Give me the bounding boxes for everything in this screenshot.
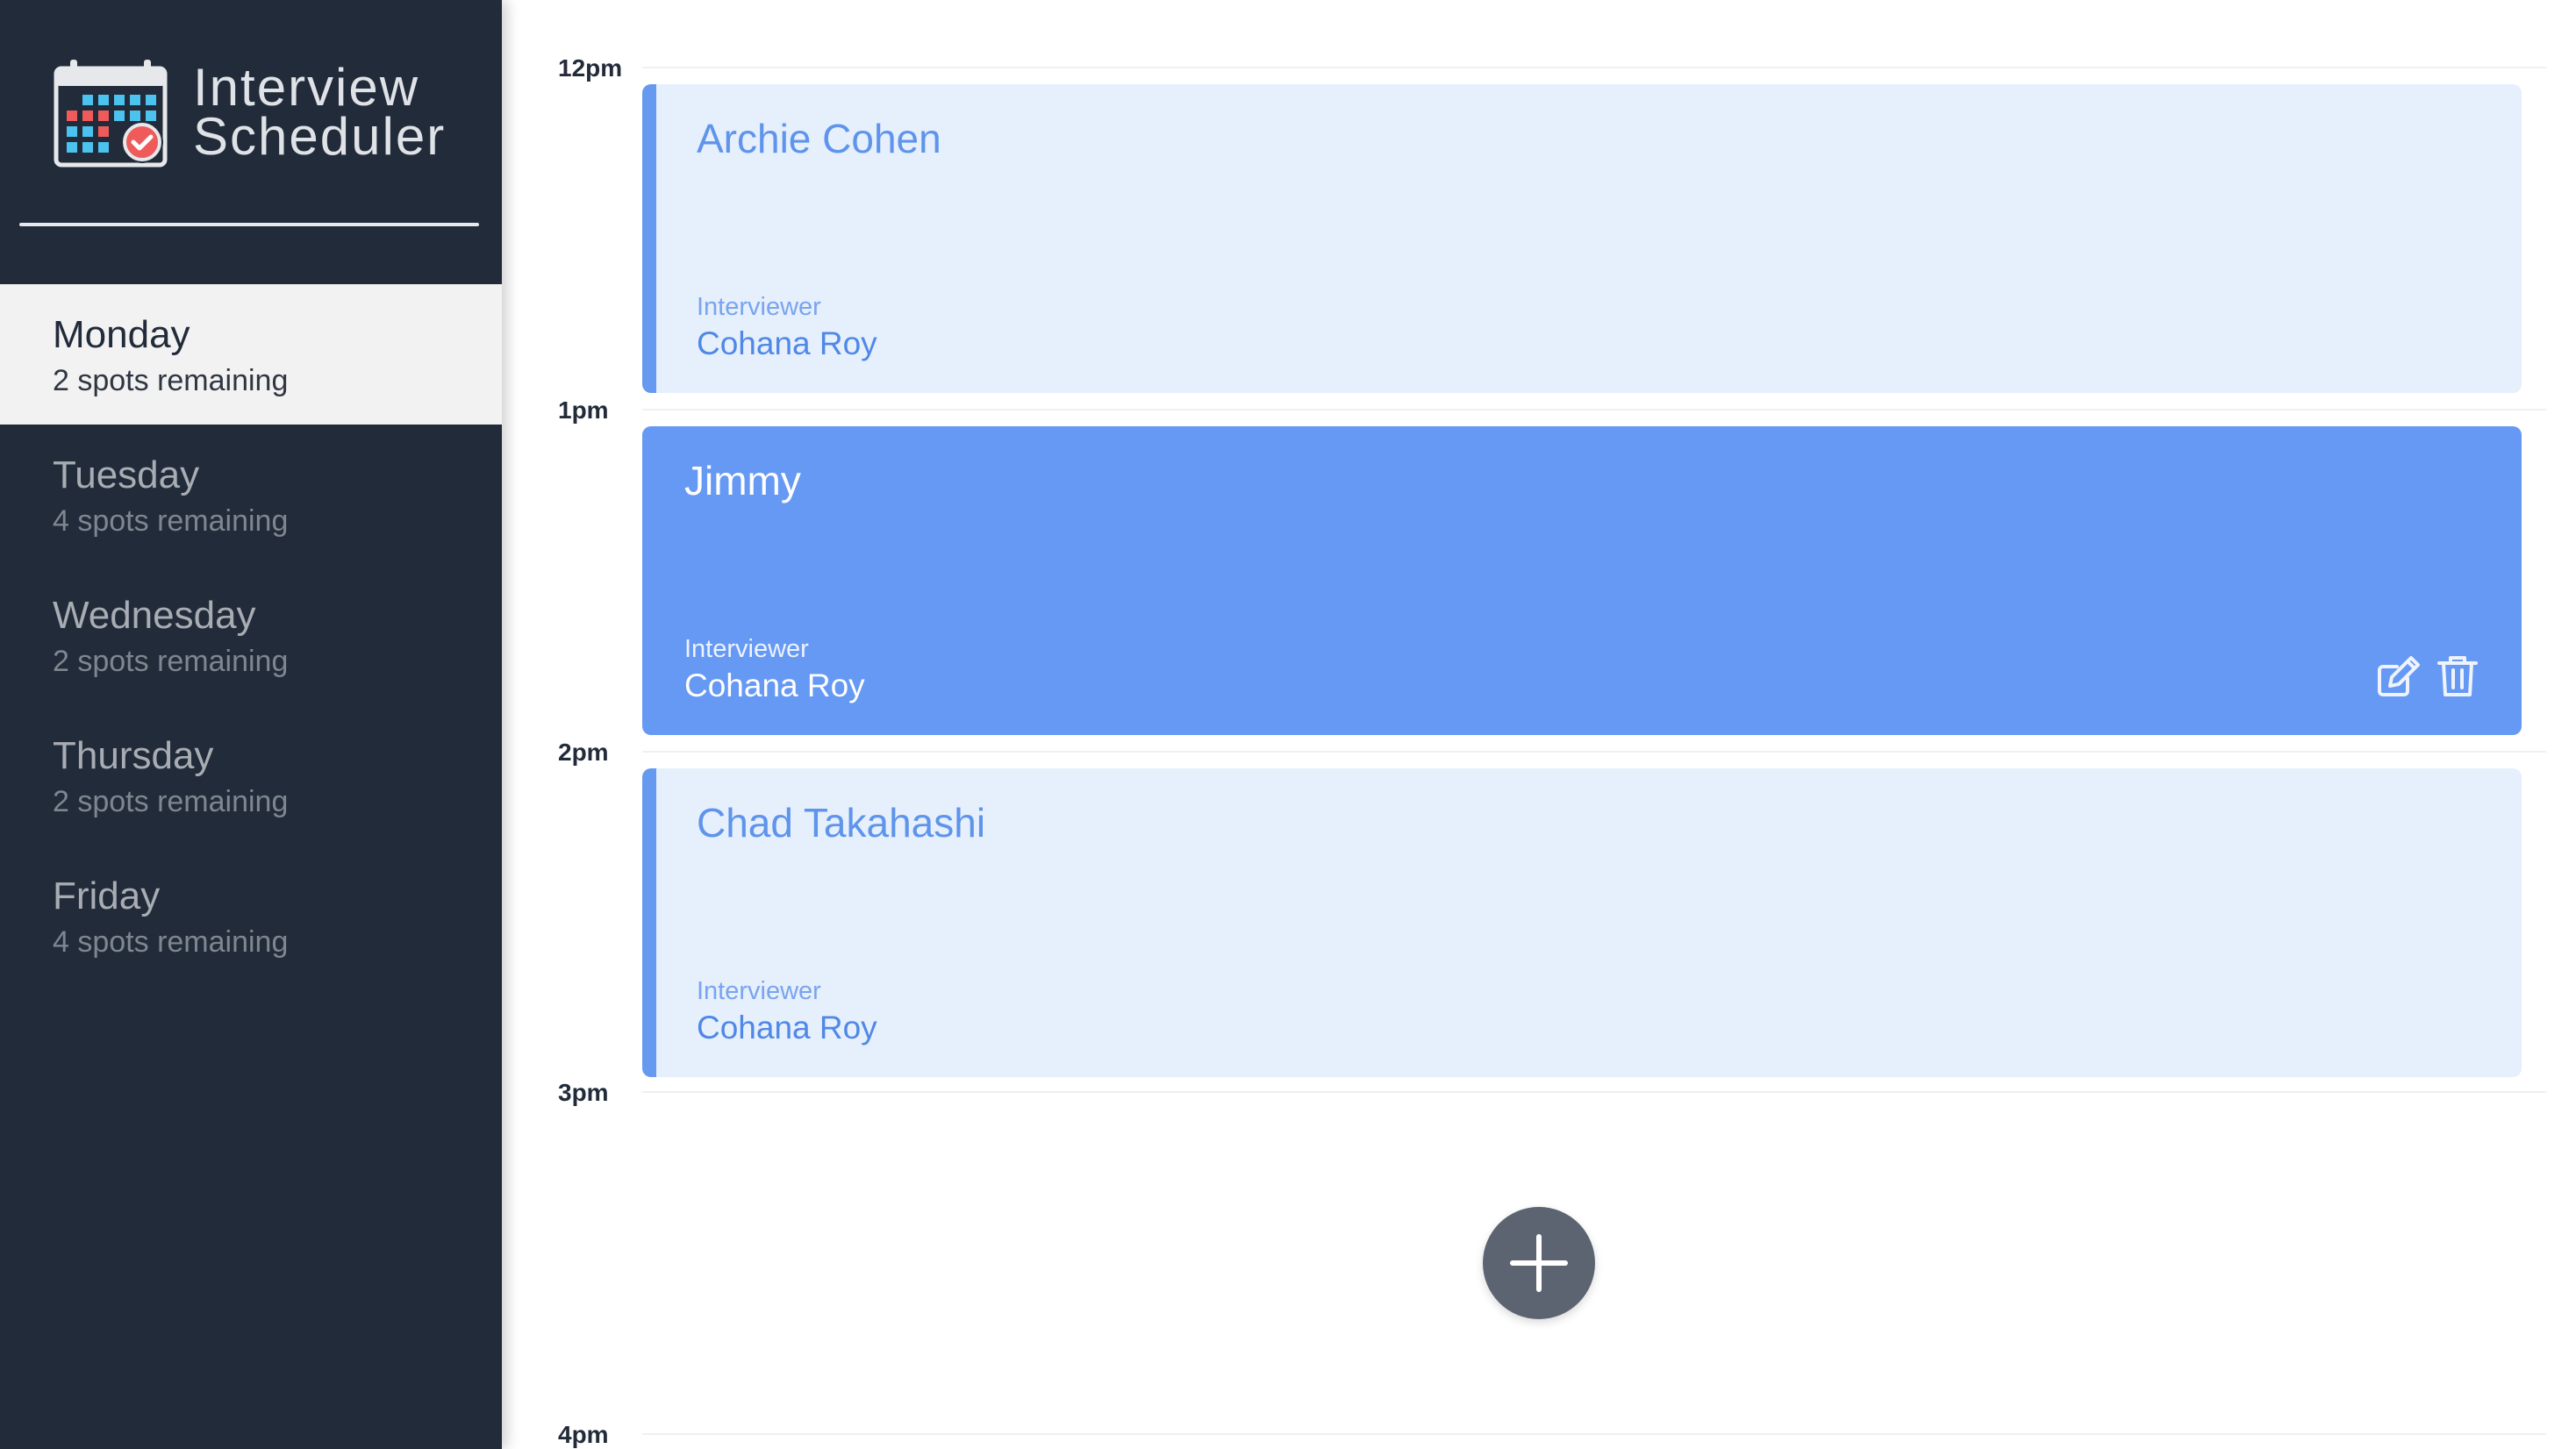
add-appointment-button[interactable] <box>1483 1207 1595 1319</box>
time-label: 1pm <box>558 396 609 424</box>
day-spots: 2 spots remaining <box>53 785 289 818</box>
day-name: Thursday <box>53 734 214 777</box>
interviewer-label: Interviewer <box>697 977 821 1005</box>
hour-divider <box>642 1091 2546 1093</box>
day-item-thursday[interactable]: Thursday 2 spots remaining <box>0 705 502 846</box>
hour-divider <box>642 751 2546 753</box>
day-name: Friday <box>53 874 161 917</box>
interviewer-name: Cohana Roy <box>684 667 865 703</box>
day-item-wednesday[interactable]: Wednesday 2 spots remaining <box>0 565 502 705</box>
day-spots: 2 spots remaining <box>53 645 289 678</box>
hour-divider <box>642 1433 2546 1435</box>
day-item-friday[interactable]: Friday 4 spots remaining <box>0 846 502 986</box>
day-spots: 4 spots remaining <box>53 504 289 538</box>
interviewer-name: Cohana Roy <box>697 325 877 361</box>
hour-divider <box>642 409 2546 410</box>
interviewer-label: Interviewer <box>697 293 821 321</box>
sidebar: Interview Scheduler Monday 2 spots remai… <box>0 0 502 1449</box>
day-item-monday[interactable]: Monday 2 spots remaining <box>0 284 502 425</box>
student-name: Archie Cohen <box>697 116 941 161</box>
calendar-check-icon <box>54 60 168 168</box>
time-label: 3pm <box>558 1079 609 1106</box>
appointment-actions <box>2374 653 2481 700</box>
time-label: 2pm <box>558 739 609 766</box>
trash-icon[interactable] <box>2434 653 2481 700</box>
student-name: Chad Takahashi <box>697 800 986 846</box>
time-label: 4pm <box>558 1421 609 1448</box>
day-item-tuesday[interactable]: Tuesday 4 spots remaining <box>0 425 502 565</box>
student-name: Jimmy <box>684 458 801 503</box>
plus-icon <box>1510 1234 1568 1292</box>
appointment-card[interactable]: Archie Cohen Interviewer Cohana Roy <box>642 84 2522 393</box>
brand-divider <box>19 223 479 226</box>
hour-divider <box>642 67 2546 68</box>
interviewer-label: Interviewer <box>684 635 809 663</box>
schedule: 12pm 1pm 2pm 3pm 4pm Archie Cohen Interv… <box>502 0 2576 1449</box>
day-name: Wednesday <box>53 594 256 637</box>
edit-icon[interactable] <box>2374 653 2422 700</box>
interviewer-name: Cohana Roy <box>697 1010 877 1046</box>
app-title: Interview Scheduler <box>193 58 447 166</box>
day-spots: 2 spots remaining <box>53 364 289 397</box>
day-spots: 4 spots remaining <box>53 925 289 959</box>
app-root: Interview Scheduler Monday 2 spots remai… <box>0 0 2576 1449</box>
brand: Interview Scheduler <box>53 56 446 168</box>
day-name: Tuesday <box>53 453 200 496</box>
appointment-card[interactable]: Chad Takahashi Interviewer Cohana Roy <box>642 768 2522 1077</box>
appointment-card[interactable]: Jimmy Interviewer Cohana Roy <box>642 426 2522 735</box>
day-name: Monday <box>53 313 190 356</box>
day-list: Monday 2 spots remaining Tuesday 4 spots… <box>0 284 502 986</box>
time-label: 12pm <box>558 54 623 82</box>
